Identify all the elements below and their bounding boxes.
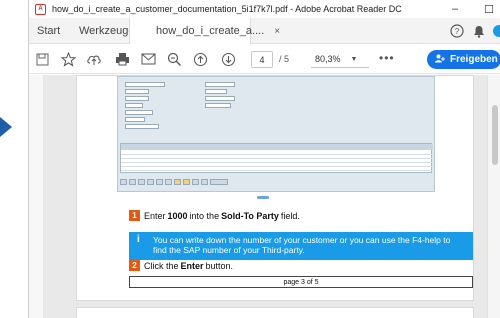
sap-button-row <box>120 177 432 187</box>
left-panel <box>29 75 44 318</box>
page-up-icon[interactable] <box>191 50 209 68</box>
email-icon[interactable] <box>139 50 157 68</box>
info-icon: i <box>137 234 140 245</box>
share-people-icon <box>435 54 445 65</box>
upload-cloud-icon[interactable] <box>85 50 103 68</box>
page-footer-label: page 3 of 5 <box>129 276 473 288</box>
svg-text:?: ? <box>455 27 460 36</box>
account-icon[interactable] <box>491 23 500 39</box>
info-text: You can write down the number of your cu… <box>153 235 451 255</box>
tab-document-label: how_do_i_create_a.... <box>156 25 265 37</box>
page-down-icon[interactable] <box>219 50 237 68</box>
step-2-badge: 2 <box>129 260 140 271</box>
step-1-field: Sold-To Party <box>221 210 279 221</box>
vertical-scrollbar[interactable] <box>487 75 500 318</box>
pointer-arrow-icon <box>0 117 12 137</box>
step-2-suffix: button. <box>205 260 234 271</box>
document-viewport[interactable]: 1 Enter 1000 into the Sold-To Party fiel… <box>44 75 487 318</box>
help-icon[interactable]: ? <box>449 23 465 39</box>
step-2-button: Enter <box>180 260 204 271</box>
step-1-suffix: field. <box>280 210 300 221</box>
zoom-select[interactable]: 80,3% ▼ <box>311 51 369 68</box>
next-pdf-page <box>76 307 474 318</box>
page-number-input[interactable]: 4 <box>251 51 273 68</box>
print-icon[interactable] <box>113 50 131 68</box>
page-total: / 5 <box>279 54 290 64</box>
tab-close-icon[interactable]: × <box>274 26 280 37</box>
step-2: 2 Click the Enter button. <box>129 260 233 271</box>
step-1-badge: 1 <box>129 210 140 221</box>
chevron-down-icon: ▼ <box>350 55 358 63</box>
title-bar: A how_do_i_create_a_customer_documentati… <box>29 0 500 18</box>
share-button[interactable]: Freigeben <box>427 50 500 69</box>
tab-tools[interactable]: Werkzeuge <box>79 18 134 44</box>
tab-document[interactable]: how_do_i_create_a.... × <box>129 18 280 44</box>
step-1-prefix: Enter <box>144 210 166 221</box>
acrobat-window: A how_do_i_create_a_customer_documentati… <box>28 0 500 318</box>
step-1-middle: into the <box>189 210 220 221</box>
pdf-page: 1 Enter 1000 into the Sold-To Party fiel… <box>76 75 474 301</box>
tab-start[interactable]: Start <box>37 18 60 44</box>
sap-screenshot-image <box>117 76 435 192</box>
share-label: Freigeben <box>450 54 498 65</box>
info-box: i You can write down the number of your … <box>129 232 473 260</box>
zoom-value: 80,3% <box>315 54 341 64</box>
step-1-value: 1000 <box>167 210 188 221</box>
tab-bar: Start Werkzeuge how_do_i_create_a.... × … <box>29 18 500 44</box>
scroll-hint-icon <box>257 196 269 199</box>
step-2-prefix: Click the <box>144 260 179 271</box>
scrollbar-thumb[interactable] <box>492 105 498 165</box>
bell-icon[interactable] <box>471 23 487 39</box>
sap-form-area <box>120 79 330 139</box>
maximize-button[interactable]: ☐ <box>477 0 500 18</box>
minimize-button[interactable]: – <box>443 0 467 18</box>
bookmark-star-icon[interactable] <box>59 50 77 68</box>
step-1: 1 Enter 1000 into the Sold-To Party fiel… <box>129 210 300 221</box>
toolbar: 4 / 5 80,3% ▼ ••• Freigeben <box>29 44 500 74</box>
pdf-file-icon: A <box>35 3 46 15</box>
save-icon[interactable] <box>33 50 51 68</box>
sap-items-table <box>120 143 433 173</box>
zoom-search-icon[interactable] <box>165 50 183 68</box>
more-tools-button[interactable]: ••• <box>379 51 395 65</box>
window-title: how_do_i_create_a_customer_documentation… <box>52 4 402 14</box>
